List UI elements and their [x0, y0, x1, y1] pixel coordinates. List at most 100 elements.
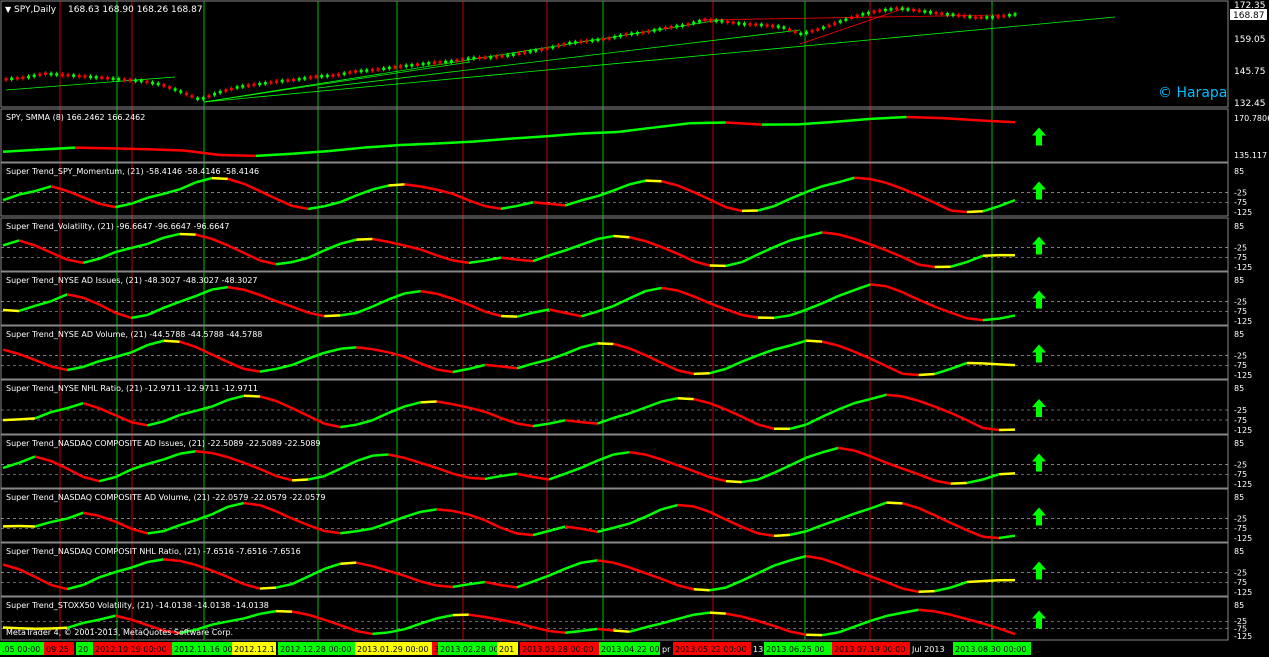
- y-tick: -125: [1234, 480, 1252, 489]
- smma-segment: [147, 148, 184, 152]
- supertrend-segment: [18, 417, 36, 421]
- candle-body: [1007, 14, 1011, 17]
- candle-body: [883, 8, 887, 12]
- candle-body: [438, 61, 442, 64]
- symbol-dropdown-icon[interactable]: ▼: [5, 5, 12, 14]
- candle-body: [196, 97, 200, 100]
- supertrend-segment: [372, 631, 389, 636]
- candle-body: [151, 81, 155, 85]
- y-tick: 85: [1234, 167, 1244, 176]
- candle-body: [624, 33, 628, 36]
- supertrend-segment: [709, 611, 726, 615]
- candle-body: [861, 13, 865, 16]
- candle-body: [641, 31, 645, 34]
- supertrend-segment: [516, 258, 534, 263]
- candle-body: [556, 44, 560, 48]
- candle-body: [466, 57, 470, 60]
- candle-body: [618, 34, 622, 38]
- y-tick: -25: [1234, 351, 1247, 360]
- candle-body: [252, 83, 256, 87]
- supertrend-segment: [532, 200, 550, 205]
- supertrend-segment: [613, 234, 630, 239]
- y-tick: 85: [1234, 601, 1244, 610]
- supertrend-segment: [950, 209, 967, 214]
- date-label: 2013.06.25 00: [766, 645, 825, 654]
- supertrend-segment: [806, 339, 823, 343]
- supertrend-segment: [243, 394, 261, 398]
- candle-body: [590, 39, 594, 42]
- supertrend-segment: [597, 627, 614, 632]
- y-tick: -125: [1234, 208, 1252, 217]
- candle-body: [1002, 14, 1006, 18]
- supertrend-segment: [163, 339, 180, 343]
- candle-body: [900, 7, 904, 10]
- candle-body: [731, 21, 735, 24]
- candle-body: [4, 78, 8, 81]
- candle-body: [224, 89, 228, 92]
- supertrend-segment: [516, 532, 534, 537]
- y-tick: -75: [1234, 524, 1247, 533]
- candle-body: [613, 35, 617, 39]
- supertrend-segment: [645, 179, 662, 183]
- candle-body: [297, 78, 301, 81]
- candle-body: [934, 11, 938, 15]
- supertrend-segment: [982, 253, 999, 258]
- supertrend-segment: [372, 453, 389, 457]
- date-label: 13: [753, 645, 763, 654]
- supertrend-segment: [484, 363, 502, 368]
- date-label: 2013.01.29 00:00: [357, 645, 428, 654]
- supertrend-segment: [549, 629, 566, 634]
- supertrend-segment: [2, 418, 20, 422]
- candle-body: [528, 50, 532, 53]
- supertrend-segment: [324, 314, 341, 318]
- candle-body: [32, 74, 36, 78]
- y-tick: -75: [1234, 578, 1247, 587]
- candle-body: [709, 19, 713, 22]
- y-tick-0: 172.35: [1234, 1, 1266, 11]
- supertrend-segment: [549, 202, 566, 207]
- panel-title: Super Trend_Volatility, (21) -96.6647 -9…: [6, 222, 229, 231]
- panel-title: Super Trend_NASDAQ COMPOSITE AD Volume, …: [6, 493, 325, 502]
- candle-body: [258, 82, 262, 86]
- y-tick: 85: [1234, 493, 1244, 502]
- candle-body: [647, 30, 651, 33]
- date-label: 2013.02.28 00: [440, 645, 499, 654]
- candle-body: [280, 79, 284, 83]
- candle-body: [263, 82, 267, 85]
- supertrend-segment: [725, 479, 742, 484]
- candle-body: [415, 63, 419, 66]
- y-tick-3: 132.45: [1234, 99, 1266, 109]
- candle-body: [10, 77, 14, 81]
- candle-body: [697, 20, 701, 23]
- candle-body: [928, 11, 932, 14]
- watermark: © Harapa: [1158, 85, 1227, 101]
- candle-body: [844, 18, 848, 21]
- supertrend-segment: [163, 558, 180, 563]
- supertrend-segment: [420, 400, 437, 404]
- y-tick: 85: [1234, 384, 1244, 393]
- candle-body: [100, 76, 104, 79]
- supertrend-segment: [276, 609, 293, 613]
- candle-body: [494, 55, 498, 59]
- candle-body: [742, 22, 746, 26]
- candle-body: [286, 79, 290, 82]
- candle-body: [523, 51, 527, 54]
- y-tick: 85: [1234, 276, 1244, 285]
- candle-body: [1013, 13, 1017, 16]
- panel-title: Super Trend_SPY_Momentum, (21) -58.4146 …: [6, 167, 259, 176]
- candle-body: [500, 54, 504, 58]
- supertrend-segment: [918, 372, 935, 377]
- candle-body: [49, 72, 53, 76]
- candle-body: [365, 69, 369, 72]
- candle-body: [72, 74, 76, 77]
- candle-body: [889, 8, 893, 11]
- supertrend-segment: [693, 588, 710, 592]
- copyright-text: MetaTrader 4, © 2001-2013, MetaQuotes So…: [6, 628, 233, 637]
- date-label: 2013.05.22 00:00: [675, 645, 746, 654]
- candle-body: [602, 38, 606, 41]
- candle-body: [669, 25, 673, 29]
- candle-body: [759, 23, 763, 27]
- supertrend-segment: [773, 533, 791, 538]
- supertrend-segment: [982, 578, 1000, 583]
- candle-body: [940, 12, 944, 15]
